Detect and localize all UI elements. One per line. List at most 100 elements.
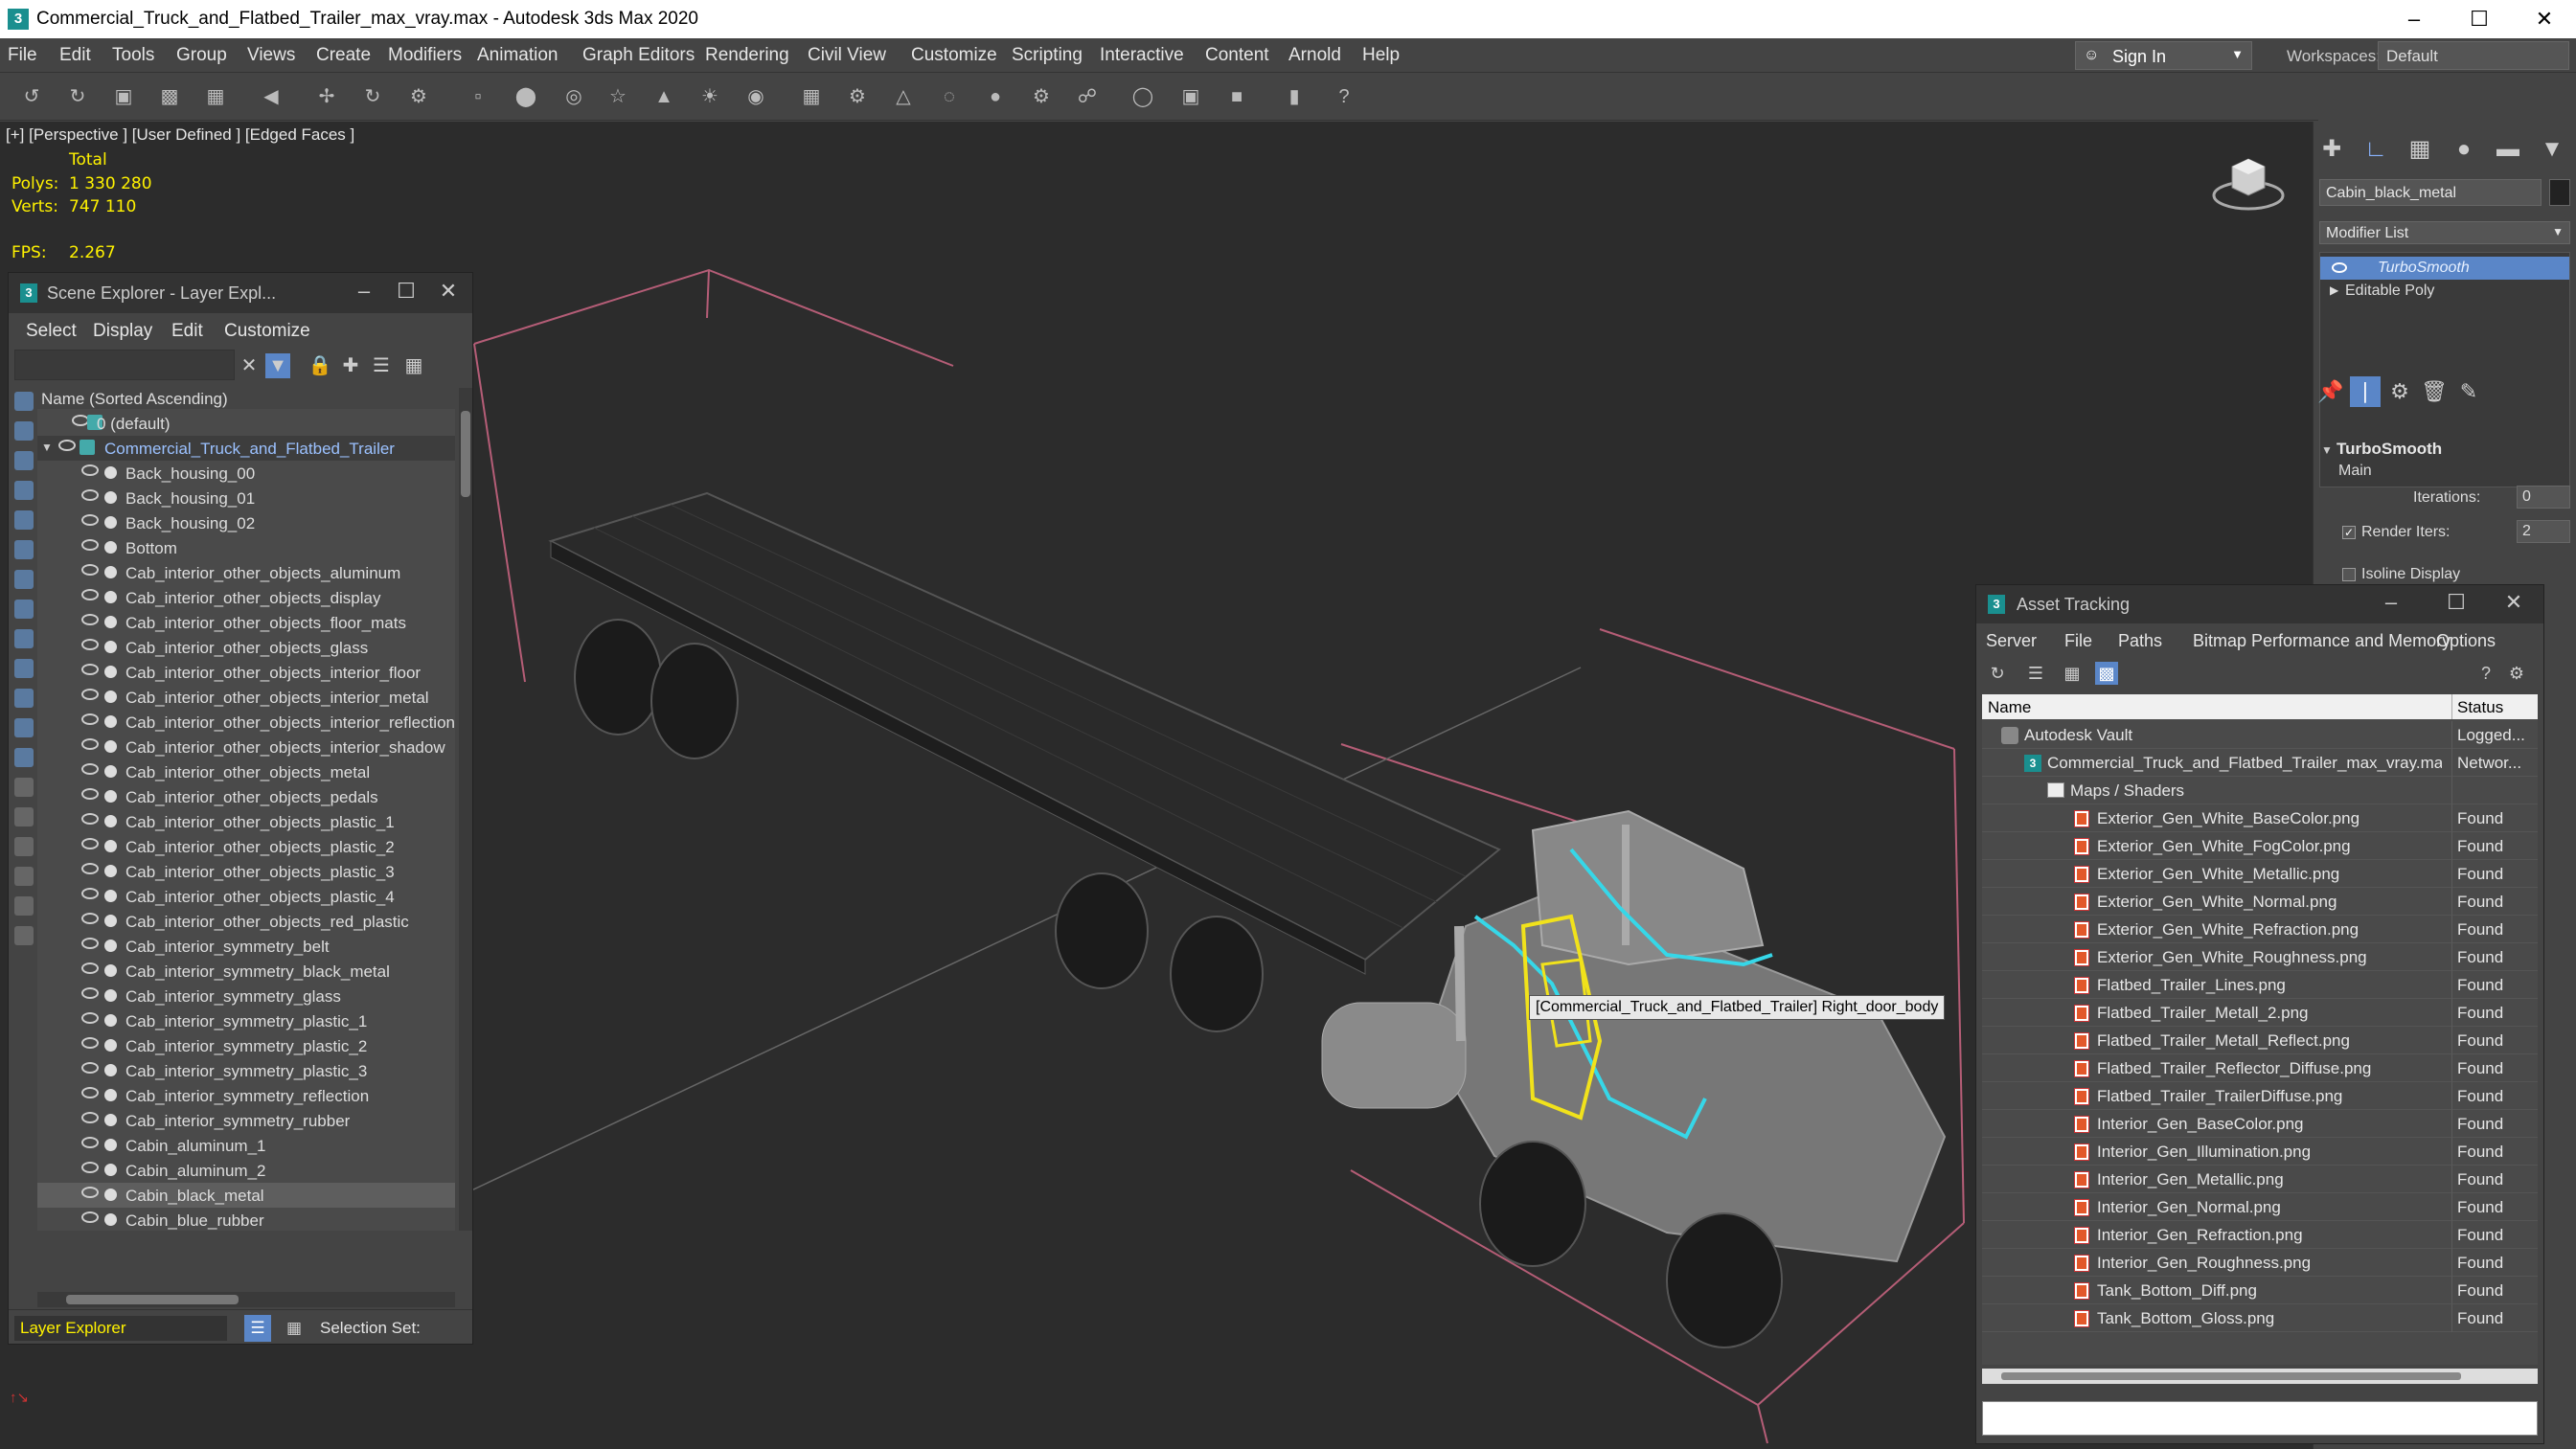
list-item[interactable]: Cab_interior_symmetry_plastic_3 (37, 1058, 455, 1083)
list-item[interactable]: Cab_interior_symmetry_reflection (37, 1083, 455, 1108)
menu-create[interactable]: Create (316, 45, 371, 66)
layers-icon[interactable]: ☰ (244, 1315, 271, 1342)
material-icon[interactable]: ▣ (1178, 84, 1203, 109)
display-lights-icon[interactable] (14, 481, 34, 500)
asset-row[interactable]: Exterior_Gen_White_Normal.png Found (1982, 888, 2538, 916)
list-item[interactable]: Cab_interior_other_objects_plastic_4 (37, 884, 455, 909)
search-input[interactable] (14, 350, 235, 380)
list-item[interactable]: Cabin_aluminum_1 (37, 1133, 455, 1158)
eye-icon[interactable] (81, 464, 99, 476)
expand-icon[interactable]: ▼ (41, 441, 53, 454)
list-item[interactable]: Back_housing_02 (37, 510, 455, 535)
menu-file[interactable]: File (8, 45, 37, 66)
display-bones-icon[interactable] (14, 659, 34, 678)
asset-row[interactable]: Interior_Gen_Normal.png Found (1982, 1193, 2538, 1221)
menu-interactive[interactable]: Interactive (1100, 45, 1184, 66)
asset-row[interactable]: Maps / Shaders (1982, 777, 2538, 804)
display-all-icon[interactable] (14, 778, 34, 797)
eye-icon[interactable] (81, 664, 99, 675)
asset-row[interactable]: Exterior_Gen_White_Metallic.png Found (1982, 860, 2538, 888)
list-item[interactable]: Cabin_black_metal (37, 1183, 455, 1208)
close-icon[interactable]: ✕ (2499, 590, 2528, 619)
menu-animation[interactable]: Animation (477, 45, 559, 66)
list-item[interactable]: Cab_interior_other_objects_aluminum (37, 560, 455, 585)
horizontal-scrollbar[interactable] (37, 1292, 455, 1307)
menu-edit[interactable]: Edit (171, 321, 203, 342)
modify-tab-icon[interactable]: ∟ (2361, 135, 2390, 164)
vertical-scrollbar[interactable] (459, 388, 472, 1231)
list-item[interactable]: Back_housing_00 (37, 461, 455, 486)
menu-paths[interactable]: Paths (2118, 631, 2162, 651)
viewport-label[interactable]: [+] [Perspective ] [User Defined ] [Edge… (6, 125, 354, 145)
name-column-header[interactable]: Name (1988, 698, 2031, 717)
torus-icon[interactable]: ◌ (937, 84, 962, 109)
menu-modifiers[interactable]: Modifiers (388, 45, 462, 66)
utilities-tab-icon[interactable]: ▼ (2538, 135, 2566, 164)
select-icon[interactable]: ✢ (314, 84, 339, 109)
workspace-select[interactable]: Default (2378, 41, 2569, 70)
filter-settings-icon[interactable] (14, 926, 34, 945)
refresh-icon[interactable]: ↻ (1986, 662, 2009, 685)
menu-edit[interactable]: Edit (59, 45, 91, 66)
asset-row[interactable]: Autodesk Vault Logged... (1982, 721, 2538, 749)
cone-icon[interactable]: ▲ (651, 84, 676, 109)
menu-customize[interactable]: Customize (224, 321, 310, 342)
unlink-icon[interactable]: ▩ (157, 84, 182, 109)
display-influences-icon[interactable] (14, 867, 34, 886)
render-iters-spinner[interactable]: 2 (2517, 520, 2570, 543)
menu-display[interactable]: Display (93, 321, 152, 342)
minimize-icon[interactable]: – (2377, 590, 2405, 619)
create-tab-icon[interactable]: ✚ (2317, 135, 2346, 164)
show-end-result-icon[interactable]: ∣ (2350, 376, 2381, 407)
eye-icon[interactable] (81, 788, 99, 800)
menu-graph-editors[interactable]: Graph Editors (582, 45, 695, 66)
maximize-icon[interactable]: ☐ (2442, 590, 2471, 619)
rotate-icon[interactable]: ↻ (360, 84, 385, 109)
eye-icon[interactable] (81, 838, 99, 849)
dot-icon[interactable]: ● (983, 84, 1008, 109)
expand-icon[interactable]: ▶ (2330, 283, 2338, 297)
display-xrefs-icon[interactable] (14, 629, 34, 648)
list-item[interactable]: Cab_interior_symmetry_belt (37, 934, 455, 959)
minimize-icon[interactable]: – (350, 279, 378, 307)
isoline-display-checkbox[interactable] (2342, 568, 2356, 581)
eye-icon[interactable] (81, 813, 99, 825)
explorer-select[interactable]: Layer Explorer (14, 1316, 227, 1341)
asset-row[interactable]: Exterior_Gen_White_Refraction.png Found (1982, 916, 2538, 943)
eye-icon[interactable] (81, 489, 99, 501)
asset-row[interactable]: Interior_Gen_Illumination.png Found (1982, 1138, 2538, 1166)
teapot-icon[interactable]: ◯ (1130, 84, 1155, 109)
list-item[interactable]: Bottom (37, 535, 455, 560)
eye-icon[interactable] (81, 738, 99, 750)
display-hidden-icon[interactable] (14, 748, 34, 767)
eye-icon[interactable] (81, 614, 99, 625)
eye-icon[interactable] (81, 1037, 99, 1049)
eye-icon[interactable] (81, 1187, 99, 1198)
display-tab-icon[interactable]: ▬ (2494, 135, 2522, 164)
eye-icon[interactable] (81, 514, 99, 526)
lock-icon[interactable]: 🔒 (308, 353, 332, 378)
render-iters-checkbox[interactable]: ✓ (2342, 526, 2356, 539)
list-item[interactable]: Cab_interior_other_objects_interior_floo… (37, 660, 455, 685)
triangle-icon[interactable]: △ (891, 84, 916, 109)
make-unique-icon[interactable]: ⚙ (2384, 376, 2415, 407)
gear-icon[interactable]: ⚙ (845, 84, 870, 109)
menu-select[interactable]: Select (26, 321, 77, 342)
viewport-icon[interactable]: ▮ (1282, 84, 1307, 109)
pin-stack-icon[interactable]: 📌 (2315, 376, 2346, 407)
list-item[interactable]: Cab_interior_other_objects_red_plastic (37, 909, 455, 934)
asset-row[interactable]: Interior_Gen_Metallic.png Found (1982, 1166, 2538, 1193)
list-view-icon[interactable]: ☰ (2024, 662, 2047, 685)
hierarchy-icon[interactable]: ▦ (281, 1315, 308, 1342)
hierarchy-tab-icon[interactable]: ▦ (2405, 135, 2434, 164)
redo-icon[interactable]: ↻ (65, 84, 90, 109)
asset-row[interactable]: Flatbed_Trailer_Metall_2.png Found (1982, 999, 2538, 1027)
bind-icon[interactable]: ▦ (203, 84, 228, 109)
cylinder-icon[interactable]: ◎ (561, 84, 586, 109)
eye-icon[interactable] (81, 1012, 99, 1024)
asset-row[interactable]: Flatbed_Trailer_Reflector_Diffuse.png Fou… (1982, 1054, 2538, 1082)
display-geometry-icon[interactable] (14, 421, 34, 441)
eye-icon[interactable] (81, 1112, 99, 1123)
link-icon[interactable]: ▣ (111, 84, 136, 109)
add-layer-icon[interactable]: ✚ (338, 353, 363, 378)
